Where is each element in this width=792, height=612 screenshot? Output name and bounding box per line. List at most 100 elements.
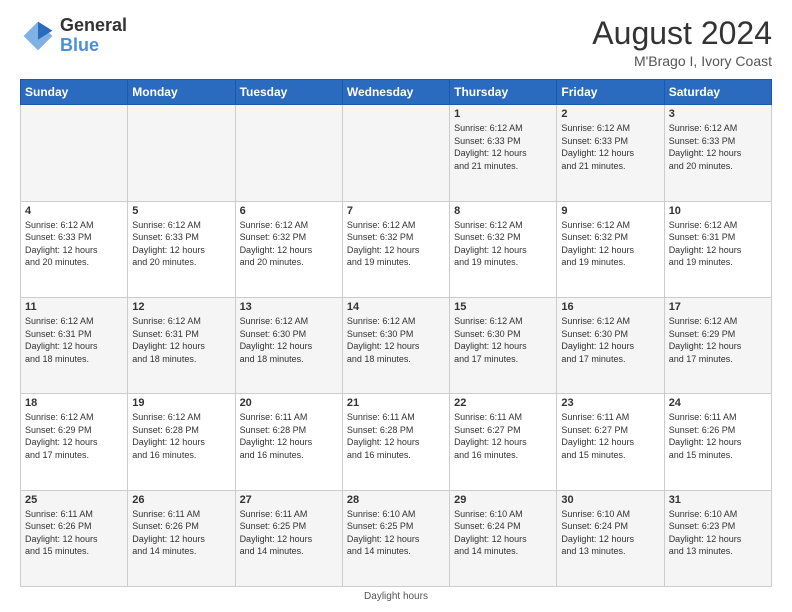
calendar: Sunday Monday Tuesday Wednesday Thursday… — [20, 79, 772, 587]
day-number: 25 — [25, 494, 123, 506]
page: General Blue August 2024 M'Brago I, Ivor… — [0, 0, 792, 612]
day-number: 17 — [669, 301, 767, 313]
day-info: Sunrise: 6:11 AMSunset: 6:26 PMDaylight:… — [132, 508, 230, 558]
day-info: Sunrise: 6:12 AMSunset: 6:33 PMDaylight:… — [669, 122, 767, 172]
calendar-cell: 16 Sunrise: 6:12 AMSunset: 6:30 PMDayligh… — [557, 297, 664, 393]
calendar-cell: 13Sunrise: 6:12 AMSunset: 6:30 PMDayligh… — [235, 297, 342, 393]
day-info: Sunrise: 6:12 AMSunset: 6:31 PMDaylight:… — [25, 315, 123, 365]
day-number: 10 — [669, 205, 767, 217]
day-number: 20 — [240, 397, 338, 409]
col-thursday: Thursday — [450, 80, 557, 105]
logo-icon — [20, 18, 56, 54]
day-number: 19 — [132, 397, 230, 409]
title-block: August 2024 M'Brago I, Ivory Coast — [592, 16, 772, 69]
calendar-week-4: 18 Sunrise: 6:12 AMSunset: 6:29 PMDayligh… — [21, 394, 772, 490]
day-number: 6 — [240, 205, 338, 217]
day-info: Sunrise: 6:12 AMSunset: 6:32 PMDaylight:… — [561, 219, 659, 269]
day-info: Sunrise: 6:10 AMSunset: 6:24 PMDaylight:… — [561, 508, 659, 558]
calendar-cell: 2 Sunrise: 6:12 AMSunset: 6:33 PMDaylight… — [557, 105, 664, 201]
day-info: Sunrise: 6:12 AMSunset: 6:32 PMDaylight:… — [347, 219, 445, 269]
header-row: Sunday Monday Tuesday Wednesday Thursday… — [21, 80, 772, 105]
col-wednesday: Wednesday — [342, 80, 449, 105]
calendar-cell: 10 Sunrise: 6:12 AMSunset: 6:31 PMDayligh… — [664, 201, 771, 297]
day-number: 16 — [561, 301, 659, 313]
calendar-cell: 11 Sunrise: 6:12 AMSunset: 6:31 PMDayligh… — [21, 297, 128, 393]
day-number: 29 — [454, 494, 552, 506]
calendar-cell: 26 Sunrise: 6:11 AMSunset: 6:26 PMDayligh… — [128, 490, 235, 586]
day-number: 30 — [561, 494, 659, 506]
day-info: Sunrise: 6:10 AMSunset: 6:25 PMDaylight:… — [347, 508, 445, 558]
day-info: Sunrise: 6:11 AMSunset: 6:27 PMDaylight:… — [561, 411, 659, 461]
day-number: 21 — [347, 397, 445, 409]
location-title: M'Brago I, Ivory Coast — [592, 53, 772, 69]
calendar-cell: 23 Sunrise: 6:11 AMSunset: 6:27 PMDayligh… — [557, 394, 664, 490]
day-info: Sunrise: 6:12 AMSunset: 6:30 PMDaylight:… — [454, 315, 552, 365]
calendar-cell: 8Sunrise: 6:12 AMSunset: 6:32 PMDaylight… — [450, 201, 557, 297]
day-number: 23 — [561, 397, 659, 409]
day-number: 2 — [561, 108, 659, 120]
day-number: 9 — [561, 205, 659, 217]
day-info: Sunrise: 6:10 AMSunset: 6:24 PMDaylight:… — [454, 508, 552, 558]
day-info: Sunrise: 6:11 AMSunset: 6:28 PMDaylight:… — [347, 411, 445, 461]
day-number: 24 — [669, 397, 767, 409]
calendar-header: Sunday Monday Tuesday Wednesday Thursday… — [21, 80, 772, 105]
day-number: 18 — [25, 397, 123, 409]
day-number: 5 — [132, 205, 230, 217]
calendar-cell: 19Sunrise: 6:12 AMSunset: 6:28 PMDayligh… — [128, 394, 235, 490]
header: General Blue August 2024 M'Brago I, Ivor… — [20, 16, 772, 69]
day-info: Sunrise: 6:12 AMSunset: 6:31 PMDaylight:… — [669, 219, 767, 269]
day-info: Sunrise: 6:11 AMSunset: 6:25 PMDaylight:… — [240, 508, 338, 558]
col-saturday: Saturday — [664, 80, 771, 105]
day-info: Sunrise: 6:11 AMSunset: 6:26 PMDaylight:… — [669, 411, 767, 461]
calendar-cell: 27 Sunrise: 6:11 AMSunset: 6:25 PMDayligh… — [235, 490, 342, 586]
day-info: Sunrise: 6:12 AMSunset: 6:33 PMDaylight:… — [561, 122, 659, 172]
calendar-cell: 5Sunrise: 6:12 AMSunset: 6:33 PMDaylight… — [128, 201, 235, 297]
day-number: 28 — [347, 494, 445, 506]
calendar-cell: 22 Sunrise: 6:11 AMSunset: 6:27 PMDayligh… — [450, 394, 557, 490]
calendar-cell: 25Sunrise: 6:11 AMSunset: 6:26 PMDayligh… — [21, 490, 128, 586]
calendar-week-5: 25 Sunrise: 6:11 AMSunset: 6:26 PMDayligh… — [21, 490, 772, 586]
logo-text: General Blue — [60, 16, 127, 56]
day-info: Sunrise: 6:12 AMSunset: 6:30 PMDaylight:… — [347, 315, 445, 365]
calendar-cell — [342, 105, 449, 201]
day-number: 13 — [240, 301, 338, 313]
col-tuesday: Tuesday — [235, 80, 342, 105]
day-info: Sunrise: 6:11 AMSunset: 6:27 PMDaylight:… — [454, 411, 552, 461]
day-info: Sunrise: 6:10 AMSunset: 6:23 PMDaylight:… — [669, 508, 767, 558]
month-title: August 2024 — [592, 16, 772, 51]
calendar-cell: 3 Sunrise: 6:12 AMSunset: 6:33 PMDaylight… — [664, 105, 771, 201]
day-number: 4 — [25, 205, 123, 217]
calendar-cell: 14 Sunrise: 6:12 AMSunset: 6:30 PMDayligh… — [342, 297, 449, 393]
col-monday: Monday — [128, 80, 235, 105]
col-sunday: Sunday — [21, 80, 128, 105]
calendar-cell: 9 Sunrise: 6:12 AMSunset: 6:32 PMDaylight… — [557, 201, 664, 297]
day-number: 12 — [132, 301, 230, 313]
calendar-cell: 12Sunrise: 6:12 AMSunset: 6:31 PMDayligh… — [128, 297, 235, 393]
day-info: Sunrise: 6:12 AMSunset: 6:29 PMDaylight:… — [25, 411, 123, 461]
calendar-cell: 7 Sunrise: 6:12 AMSunset: 6:32 PMDaylight… — [342, 201, 449, 297]
calendar-cell: 30 Sunrise: 6:10 AMSunset: 6:24 PMDayligh… — [557, 490, 664, 586]
calendar-cell: 21 Sunrise: 6:11 AMSunset: 6:28 PMDayligh… — [342, 394, 449, 490]
calendar-cell — [21, 105, 128, 201]
day-info: Sunrise: 6:12 AMSunset: 6:29 PMDaylight:… — [669, 315, 767, 365]
col-friday: Friday — [557, 80, 664, 105]
calendar-cell — [235, 105, 342, 201]
day-number: 26 — [132, 494, 230, 506]
day-number: 7 — [347, 205, 445, 217]
day-info: Sunrise: 6:12 AMSunset: 6:30 PMDaylight:… — [561, 315, 659, 365]
calendar-cell: 28 Sunrise: 6:10 AMSunset: 6:25 PMDayligh… — [342, 490, 449, 586]
day-number: 3 — [669, 108, 767, 120]
day-number: 11 — [25, 301, 123, 313]
day-info: Sunrise: 6:12 AMSunset: 6:33 PMDaylight:… — [25, 219, 123, 269]
calendar-body: 1Sunrise: 6:12 AMSunset: 6:33 PMDaylight… — [21, 105, 772, 587]
calendar-week-2: 4 Sunrise: 6:12 AMSunset: 6:33 PMDaylight… — [21, 201, 772, 297]
calendar-week-1: 1Sunrise: 6:12 AMSunset: 6:33 PMDaylight… — [21, 105, 772, 201]
day-number: 22 — [454, 397, 552, 409]
day-number: 14 — [347, 301, 445, 313]
day-number: 27 — [240, 494, 338, 506]
day-number: 8 — [454, 205, 552, 217]
day-info: Sunrise: 6:12 AMSunset: 6:33 PMDaylight:… — [454, 122, 552, 172]
calendar-cell: 18 Sunrise: 6:12 AMSunset: 6:29 PMDayligh… — [21, 394, 128, 490]
calendar-cell: 4 Sunrise: 6:12 AMSunset: 6:33 PMDaylight… — [21, 201, 128, 297]
calendar-cell: 31Sunrise: 6:10 AMSunset: 6:23 PMDayligh… — [664, 490, 771, 586]
